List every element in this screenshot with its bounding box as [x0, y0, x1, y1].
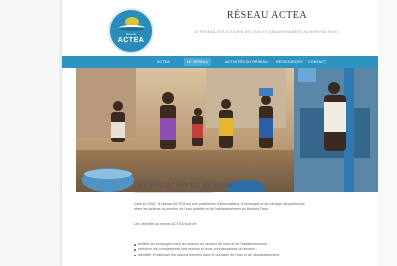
main-navigation: ACTEA LE RÉSEAU ACTIVITÉS DU RÉSEAU RESS…: [62, 56, 378, 68]
hero-photo: [76, 68, 378, 192]
objectives-list: faciliter les échanges entre les acteurs…: [134, 242, 310, 258]
list-item: identifier et valoriser les actions mené…: [134, 253, 310, 258]
logo-small-text: Réseau: [125, 32, 137, 36]
nav-item-ressources[interactable]: RESSOURCES: [276, 58, 303, 66]
site-title[interactable]: RÉSEAU ACTEA: [202, 10, 332, 21]
section-title: PRÉSENTATION DU RÉSEAU: [134, 182, 233, 189]
nav-item-contact[interactable]: CONTACT: [308, 58, 326, 66]
nav-item-le-reseau[interactable]: LE RÉSEAU: [184, 58, 212, 66]
objectives-intro: Les objectifs du réseau ACTEA sont de :: [134, 222, 199, 226]
logo-text: ACTEA: [117, 37, 145, 44]
web-page: Réseau ACTEA RÉSEAU ACTEA LE RÉSEAU DES …: [62, 0, 378, 266]
nav-item-actea[interactable]: ACTEA: [157, 58, 170, 66]
browser-viewport: Réseau ACTEA RÉSEAU ACTEA LE RÉSEAU DES …: [0, 0, 397, 266]
site-header: Réseau ACTEA RÉSEAU ACTEA LE RÉSEAU DES …: [62, 0, 378, 56]
hero-photo-illustration: [76, 68, 378, 192]
nav-item-activites[interactable]: ACTIVITÉS DU RÉSEAU: [225, 58, 268, 66]
title-divider: [134, 192, 214, 193]
page-margin: [378, 0, 397, 266]
intro-paragraph: Créé en 2002, le réseau ACTEA est une pl…: [134, 202, 305, 212]
site-logo[interactable]: Réseau ACTEA: [108, 8, 154, 54]
site-tagline: LE RÉSEAU DES ACTEURS DE L'EAU ET ASSAIN…: [194, 30, 338, 34]
wave-icon: [119, 25, 145, 31]
